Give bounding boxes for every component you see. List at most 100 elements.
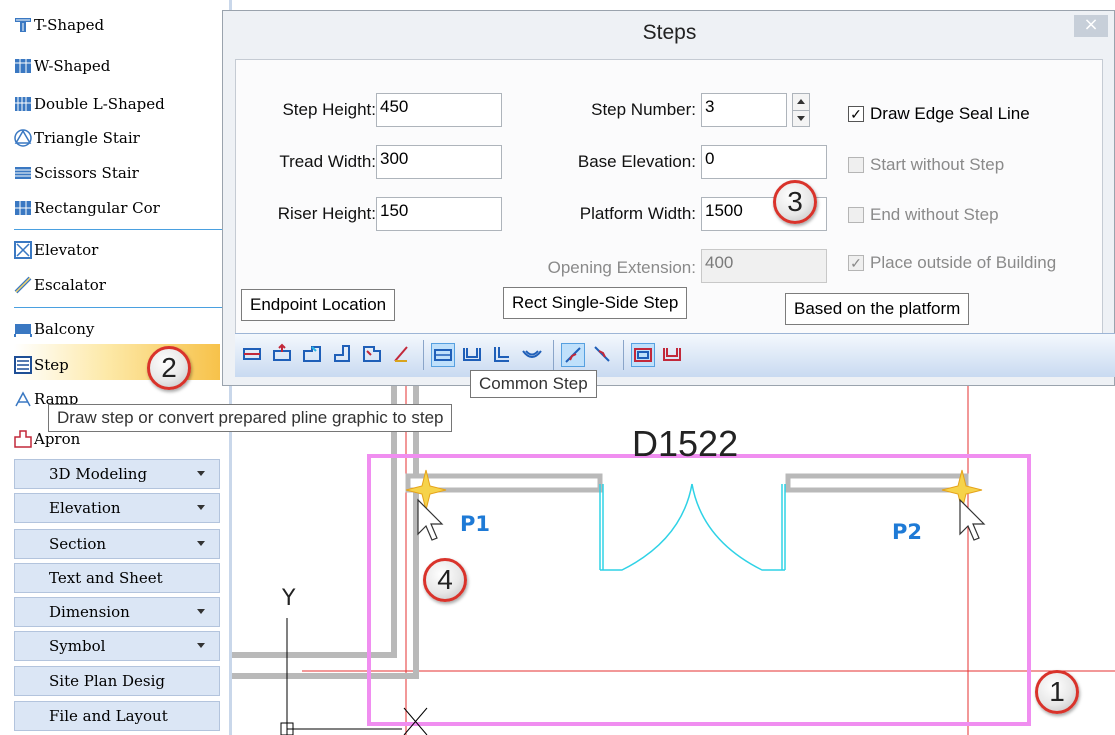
endpoint-arrow-icon — [273, 343, 291, 361]
checkbox-checked-icon[interactable]: ✓ — [848, 106, 864, 122]
sidebar-item-t-shaped[interactable]: T-Shaped — [14, 10, 104, 40]
convert-step-button[interactable] — [591, 343, 615, 367]
scissors-stair-icon — [15, 167, 31, 179]
step-number-spinner[interactable] — [792, 93, 810, 127]
sidebar-divider — [14, 307, 228, 308]
endpoint-corner-button[interactable] — [301, 343, 325, 367]
draw-edge-seal-checkbox[interactable]: ✓ Draw Edge Seal Line — [848, 104, 1030, 124]
checkbox-checked-icon: ✓ — [848, 255, 864, 271]
dialog-panel: Step Height: 450 Tread Width: 300 Riser … — [235, 59, 1103, 377]
sidebar-item-triangle-stair[interactable]: Triangle Stair — [14, 123, 140, 153]
sidebar-item-label: Apron — [34, 430, 81, 448]
step-height-label: Step Height: — [282, 100, 376, 119]
menu-label: Elevation — [49, 499, 121, 517]
start-without-step-checkbox: Start without Step — [848, 155, 1004, 175]
sidebar-item-double-l-shaped[interactable]: Double L-Shaped — [14, 89, 165, 119]
pencil-icon — [394, 346, 408, 362]
menu-symbol[interactable]: Symbol — [14, 631, 220, 661]
toolbar-separator — [553, 340, 554, 370]
riser-height-label: Riser Height: — [277, 204, 376, 223]
menu-label: Symbol — [49, 637, 106, 655]
balcony-icon — [14, 324, 32, 337]
menu-3d-modeling[interactable]: 3D Modeling — [14, 459, 220, 489]
rect-three-side-button[interactable] — [461, 343, 485, 367]
arc-step-button[interactable] — [521, 343, 545, 367]
steps-dialog: Steps × Step Height: 450 Tread Width: 30… — [222, 10, 1115, 386]
endpoint-arrow-button[interactable] — [271, 343, 295, 367]
triangle-stair-icon — [14, 129, 32, 147]
menu-text-and-sheet[interactable]: Text and Sheet — [14, 563, 220, 593]
endpoint-both-button[interactable] — [241, 343, 265, 367]
step-number-label: Step Number: — [591, 100, 696, 119]
sidebar-item-label: T-Shaped — [34, 16, 105, 34]
checkbox-unchecked-icon — [848, 207, 864, 223]
checkbox-unchecked-icon — [848, 157, 864, 173]
rect-two-side-button[interactable] — [491, 343, 515, 367]
sidebar-item-escalator[interactable]: Escalator — [14, 270, 106, 300]
menu-label: Site Plan Desig — [49, 672, 166, 690]
step-icon — [14, 356, 32, 374]
endpoint-u-button[interactable] — [361, 343, 385, 367]
freeform-button[interactable] — [391, 343, 415, 367]
sidebar-divider — [14, 229, 228, 230]
menu-dimension[interactable]: Dimension — [14, 597, 220, 627]
sidebar-item-label: Scissors Stair — [34, 164, 139, 182]
spinner-down-icon[interactable] — [797, 116, 805, 121]
menu-label: File and Layout — [49, 707, 168, 725]
rect-single-side-icon — [434, 349, 452, 361]
opening-extension-input: 400 — [701, 249, 827, 283]
cursor-arrow-icon — [417, 498, 444, 541]
sidebar-item-w-shaped[interactable]: W-Shaped — [14, 51, 110, 81]
platform-width-label: Platform Width: — [579, 204, 696, 223]
close-button[interactable]: × — [1074, 15, 1108, 37]
menu-elevation[interactable]: Elevation — [14, 493, 220, 523]
platform-based-icon — [634, 348, 652, 362]
wall-segment-right — [785, 473, 969, 493]
menu-label: Section — [49, 535, 107, 553]
convert-step-icon — [594, 346, 610, 362]
menu-section[interactable]: Section — [14, 529, 220, 559]
platform-based-button[interactable] — [631, 343, 655, 367]
sidebar-item-label: Step — [34, 356, 69, 374]
menu-label: Text and Sheet — [49, 569, 163, 587]
rect-single-side-button[interactable] — [431, 343, 455, 367]
rect-single-side-label: Rect Single-Side Step — [503, 287, 688, 319]
endpoint-both-icon — [243, 348, 261, 360]
sidebar-item-balcony[interactable]: Balcony — [14, 314, 94, 344]
menu-label: Dimension — [49, 603, 130, 621]
opening-extension-label: Opening Extension: — [547, 258, 696, 277]
sidebar-item-label: Rectangular Cor — [34, 199, 160, 217]
double-l-stair-icon — [15, 97, 31, 111]
rectangular-stair-icon — [15, 201, 31, 215]
common-step-button[interactable] — [561, 343, 585, 367]
endpoint-l-button[interactable] — [331, 343, 355, 367]
step-height-input[interactable]: 450 — [376, 93, 502, 127]
checkbox-label: Draw Edge Seal Line — [870, 104, 1030, 123]
tread-width-input[interactable]: 300 — [376, 145, 502, 179]
sidebar-item-rectangular-cor[interactable]: Rectangular Cor — [14, 193, 160, 223]
t-shaped-stair-icon — [15, 18, 31, 32]
base-elevation-input[interactable]: 0 — [701, 145, 827, 179]
platform-outline-button[interactable] — [661, 343, 685, 367]
rect-three-side-icon — [463, 348, 481, 361]
riser-height-input[interactable]: 150 — [376, 197, 502, 231]
sidebar-item-scissors-stair[interactable]: Scissors Stair — [14, 158, 139, 188]
sidebar-item-label: Double L-Shaped — [34, 95, 165, 113]
platform-outline-icon — [663, 348, 681, 361]
step-number-input[interactable]: 3 — [701, 93, 787, 127]
menu-site-plan-design[interactable]: Site Plan Desig — [14, 666, 220, 696]
sidebar-item-elevator[interactable]: Elevator — [14, 235, 98, 265]
step-style-toolbar — [235, 333, 1115, 377]
step-tooltip: Draw step or convert prepared pline grap… — [48, 404, 453, 432]
callout-badge-1: 1 — [1035, 670, 1079, 714]
spinner-up-icon[interactable] — [797, 99, 805, 104]
selection-rectangle — [367, 454, 1031, 726]
checkbox-label: End without Step — [870, 205, 999, 224]
spinner-divider — [793, 110, 809, 111]
menu-file-and-layout[interactable]: File and Layout — [14, 701, 220, 731]
sidebar-item-step[interactable]: Step — [14, 350, 69, 380]
toolbar-separator — [623, 340, 624, 370]
checkbox-label: Place outside of Building — [870, 253, 1057, 272]
door-label: D1522 — [632, 423, 738, 464]
chevron-down-icon — [197, 609, 205, 614]
